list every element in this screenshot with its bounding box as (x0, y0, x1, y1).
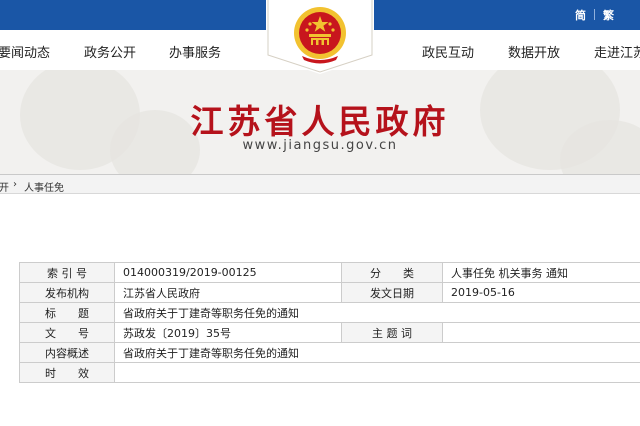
nav-item-news[interactable]: 要闻动态 (0, 42, 50, 61)
title-value: 省政府关于丁建奇等职务任免的通知 (114, 302, 640, 323)
breadcrumb-separator: › (13, 179, 17, 190)
table-row: 时 效 (19, 362, 640, 383)
validity-value (114, 362, 640, 383)
table-row: 文 号 苏政发〔2019〕35号 主 题 词 (19, 322, 640, 343)
summary-value: 省政府关于丁建奇等职务任免的通知 (114, 342, 640, 363)
site-url[interactable]: www.jiangsu.gov.cn (0, 138, 640, 153)
nav-item-government-affairs[interactable]: 政务公开 (84, 42, 136, 61)
issuer-label: 发布机构 (19, 282, 115, 303)
site-title: 江苏省人民政府 (190, 102, 450, 141)
document-number-label: 文 号 (19, 322, 115, 343)
validity-label: 时 效 (19, 362, 115, 383)
breadcrumb-parent-link[interactable]: 开 (0, 179, 9, 194)
site-banner: 江苏省人民政府 www.jiangsu.gov.cn (0, 70, 640, 174)
table-row: 发布机构 江苏省人民政府 发文日期 2019-05-16 (19, 282, 640, 303)
nav-item-interaction[interactable]: 政民互动 (422, 42, 474, 61)
keywords-value (442, 322, 640, 343)
table-row: 索 引 号 014000319/2019-00125 分 类 人事任免 机关事务… (19, 262, 640, 283)
summary-label: 内容概述 (19, 342, 115, 363)
table-row: 内容概述 省政府关于丁建奇等职务任免的通知 (19, 342, 640, 363)
nav-item-services[interactable]: 办事服务 (169, 42, 221, 61)
category-label: 分 类 (341, 262, 443, 283)
category-value: 人事任免 机关事务 通知 (442, 262, 640, 283)
lang-separator (594, 9, 595, 20)
document-number-value: 苏政发〔2019〕35号 (114, 322, 342, 343)
table-row: 标 题 省政府关于丁建奇等职务任免的通知 (19, 302, 640, 323)
page-root: 简 繁 要闻动态 政务公开 办事服务 政民互动 数据开放 走进江苏 江苏省人民政… (0, 0, 640, 426)
simplified-chinese-link[interactable]: 简 (575, 7, 586, 23)
national-emblem-icon[interactable] (266, 0, 374, 74)
nav-item-open-data[interactable]: 数据开放 (508, 42, 560, 61)
nav-item-about-jiangsu[interactable]: 走进江苏 (594, 42, 640, 61)
issuer-value: 江苏省人民政府 (114, 282, 342, 303)
index-number-label: 索 引 号 (19, 262, 115, 283)
keywords-label: 主 题 词 (341, 322, 443, 343)
title-label: 标 题 (19, 302, 115, 323)
issue-date-label: 发文日期 (341, 282, 443, 303)
breadcrumb: 开 › 人事任免 (0, 174, 640, 194)
index-number-value: 014000319/2019-00125 (114, 262, 342, 283)
breadcrumb-current-link[interactable]: 人事任免 (24, 179, 64, 194)
issue-date-value: 2019-05-16 (442, 282, 640, 303)
traditional-chinese-link[interactable]: 繁 (603, 7, 614, 23)
document-info-table: 索 引 号 014000319/2019-00125 分 类 人事任免 机关事务… (19, 262, 640, 383)
